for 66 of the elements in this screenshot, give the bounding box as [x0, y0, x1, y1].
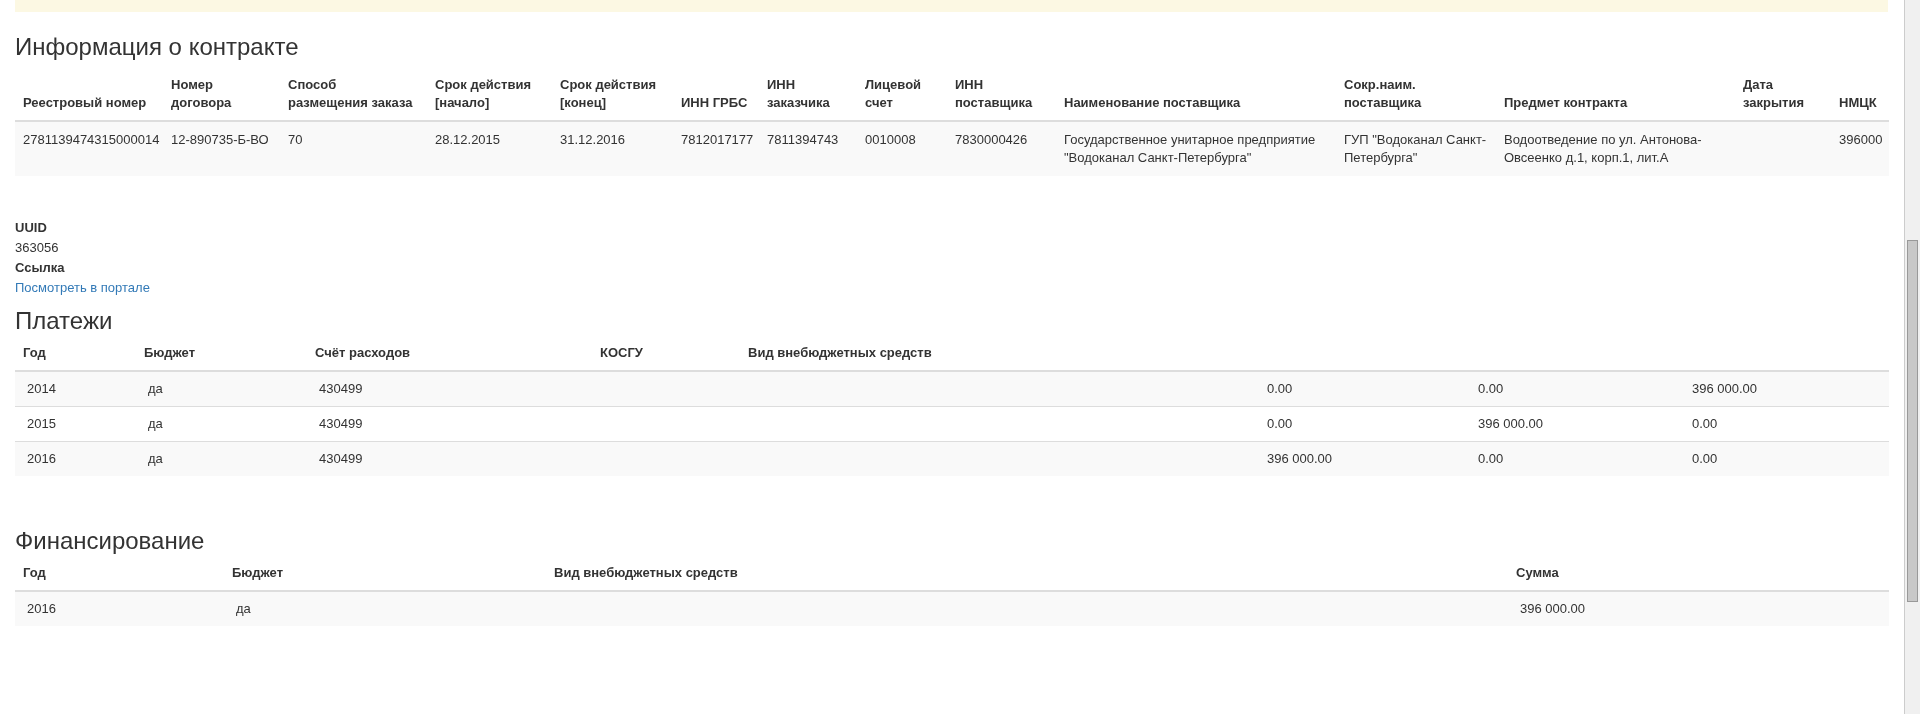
column-header: Сумма — [1516, 565, 1559, 580]
column-header: Предмет контракта — [1504, 95, 1628, 110]
table-cell: Государственное унитарное предприятие "Водоканал Санкт-Петербурга" — [1064, 132, 1316, 165]
table-cell: 396 000.00 — [1478, 416, 1544, 431]
table-cell: 396 000.00 — [1692, 381, 1758, 396]
table-cell: 7812017177 — [681, 132, 754, 147]
column-header: Вид внебюджетных средств — [748, 345, 932, 360]
column-header: Год — [23, 565, 46, 580]
column-header: ИНН поставщика — [955, 77, 1033, 110]
column-header: ИНН заказчика — [767, 77, 830, 110]
table-cell: 430499 — [319, 381, 363, 396]
column-header: Дата закрытия — [1743, 77, 1804, 110]
column-header: Срок действия [начало] — [435, 77, 532, 110]
column-header: Реестровый номер — [23, 95, 147, 110]
column-header: Наименование поставщика — [1064, 95, 1241, 110]
column-header: Лицевой счет — [865, 77, 922, 110]
column-header: ИНН ГРБС — [681, 95, 748, 110]
section-title: Информация о контракте — [15, 32, 300, 62]
table-cell: да — [148, 451, 163, 466]
field-value: 363056 — [15, 239, 60, 257]
table-cell: 0.00 — [1267, 416, 1293, 431]
table-cell: 0.00 — [1478, 381, 1504, 396]
scrollbar[interactable] — [1904, 0, 1920, 714]
table-cell: 31.12.2016 — [560, 132, 626, 147]
section-title: Финансирование — [15, 526, 206, 556]
column-header: Вид внебюджетных средств — [554, 565, 738, 580]
column-header: КОСГУ — [600, 345, 643, 360]
table-cell: 70 — [288, 132, 303, 147]
column-header: Бюджет — [232, 565, 283, 580]
column-header: Способ размещения заказа — [288, 77, 413, 110]
table-cell: 2016 — [27, 451, 56, 466]
table-cell: 0.00 — [1478, 451, 1504, 466]
field-label: UUID — [15, 219, 48, 237]
section-title: Платежи — [15, 306, 114, 336]
table-cell: 430499 — [319, 451, 363, 466]
table-cell: да — [236, 601, 251, 616]
table-cell: Водоотведение по ул. Антонова-Овсеенко д.1, корп.1, лит.А — [1504, 132, 1702, 165]
table-cell: да — [148, 416, 163, 431]
table-cell: 0010008 — [865, 132, 916, 147]
table-cell: 2015 — [27, 416, 56, 431]
column-header: Сокр.наим. поставщика — [1344, 77, 1422, 110]
table-cell: 0.00 — [1692, 451, 1718, 466]
scrollbar-thumb[interactable] — [1907, 240, 1918, 602]
column-header: Счёт расходов — [315, 345, 411, 360]
table-cell: 28.12.2015 — [435, 132, 501, 147]
column-header: НМЦК — [1839, 95, 1877, 110]
table-cell: 0.00 — [1692, 416, 1718, 431]
portal-link[interactable]: Посмотреть в портале — [15, 280, 150, 295]
table-cell: 396 000.00 — [1520, 601, 1586, 616]
column-header: Номер договора — [171, 77, 232, 110]
table-cell: 2781139474315000014 — [23, 132, 160, 147]
column-header: Год — [23, 345, 46, 360]
table-cell: да — [148, 381, 163, 396]
table-cell: 7811394743 — [767, 132, 839, 147]
table-cell: 396000 — [1839, 132, 1883, 147]
table-cell: 7830000426 — [955, 132, 1028, 147]
table-cell: 12-890735-Б-ВО — [171, 132, 269, 147]
table-cell: 2016 — [27, 601, 56, 616]
column-header: Срок действия [конец] — [560, 77, 657, 110]
table-cell: 430499 — [319, 416, 363, 431]
column-header: Бюджет — [144, 345, 195, 360]
table-cell: 2014 — [27, 381, 56, 396]
field-label: Ссылка — [15, 259, 66, 277]
table-cell: 0.00 — [1267, 381, 1293, 396]
table-cell: ГУП "Водоканал Санкт-Петербурга" — [1344, 132, 1487, 165]
table-cell: 396 000.00 — [1267, 451, 1333, 466]
